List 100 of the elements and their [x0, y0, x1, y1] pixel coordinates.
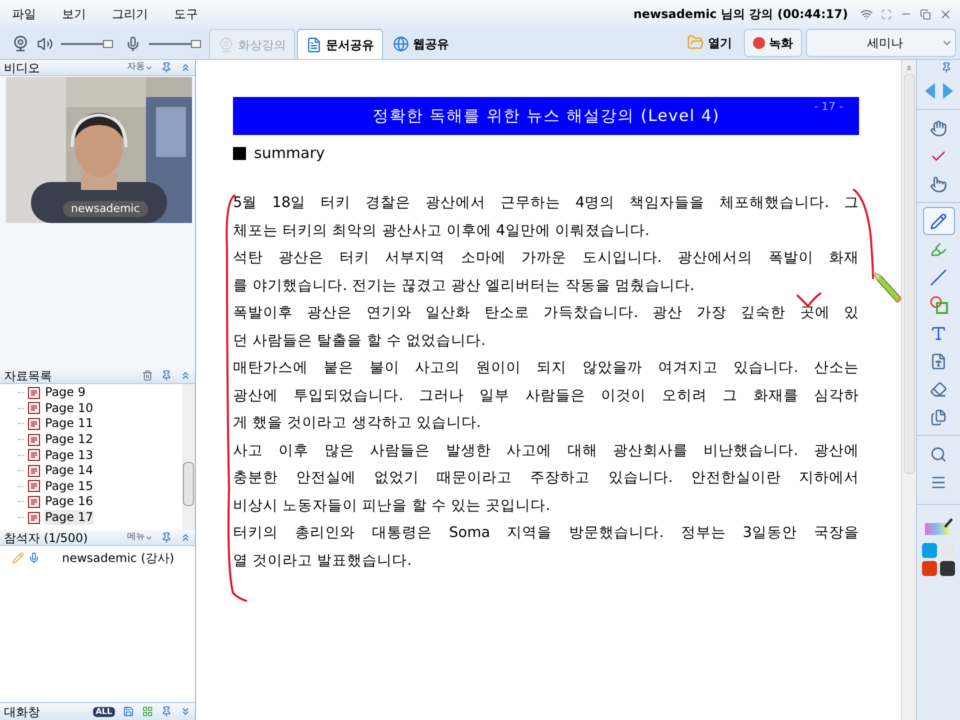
slider-thumb[interactable]	[103, 40, 113, 48]
section-label: summary	[254, 142, 325, 164]
page-item[interactable]: Page 14	[44, 463, 94, 478]
tab[interactable]: 웹공유	[385, 29, 457, 59]
text-line: 광산에 투입되었습니다. 그러나 일부 사람들은 이것이 오히려 그 화재를 심각하	[233, 386, 859, 406]
panel-title: 비디오	[4, 62, 40, 74]
microphone-icon	[28, 552, 40, 564]
text-line: 충분한 안전실에 없었기 때문이라고 주장하고 있습니다. 안전한실이란 지하에서	[233, 469, 859, 488]
page-item[interactable]: Page 11	[44, 416, 94, 432]
record-button[interactable]: 녹화	[744, 28, 802, 56]
fullscreen-icon[interactable]	[881, 8, 892, 20]
page-item[interactable]: Page 12	[44, 432, 94, 448]
pencil-icon	[930, 212, 947, 230]
text-line: 터키의 총리인와 대통령은 Soma 지역을 방문했습니다. 정부는 3일동안 국장을	[233, 524, 859, 543]
save-icon[interactable]	[123, 706, 134, 717]
color-swatch[interactable]	[922, 561, 937, 576]
page-item[interactable]: Page 10	[44, 400, 94, 416]
menu-item[interactable]: 도구	[174, 5, 198, 23]
text-line: 매탄가스에 붙은 불이 사고의 원이이 되지 않았을까 여겨지고 있습니다. 산소는	[233, 359, 859, 378]
globe-icon	[393, 36, 409, 52]
page-item[interactable]: Page 9	[44, 385, 86, 400]
text-icon	[930, 324, 947, 342]
text-line: 사고 이후 많은 사람들은 발생한 사고에 대해 광산회사를 비난했습니다. 광산에	[233, 442, 859, 460]
tool-button[interactable]	[922, 207, 954, 235]
color-swatch[interactable]	[922, 543, 937, 558]
page-item[interactable]: Page 15	[44, 478, 94, 494]
document-icon	[28, 512, 40, 524]
text-line: 석탄 광산은 터키 서부지역 소마에 가까운 도시입니다. 광산에서의 폭발이 화재	[233, 249, 859, 268]
page-item[interactable]: Page 17	[44, 510, 94, 526]
document-icon	[28, 402, 40, 414]
collapse-icon[interactable]	[180, 62, 191, 73]
folder-icon	[687, 34, 704, 51]
document-icon	[28, 464, 40, 477]
text-line: 5월 18일 터키 경찰은 광산에서 근무하는 4명의 책임자들을 체포해했습니다. 그	[233, 194, 859, 213]
close-icon[interactable]	[939, 8, 952, 20]
participant-name[interactable]: newsademic (강사)	[62, 549, 174, 567]
microphone-icon[interactable]	[125, 36, 141, 52]
document-icon	[28, 496, 40, 508]
panel-title: 자료목록	[4, 370, 52, 382]
tab[interactable]: 문서공유	[297, 29, 383, 59]
text-box-icon	[930, 352, 947, 370]
text-line: 열 것이라고 발표했습니다.	[233, 552, 413, 570]
expand-icon[interactable]	[180, 706, 191, 717]
pin-icon[interactable]	[161, 532, 172, 543]
color-picker-icon[interactable]	[924, 517, 952, 535]
text-line: 게 했을 것이라고 생각하고 있습니다.	[233, 414, 482, 433]
document-icon	[28, 480, 40, 492]
pin-icon[interactable]	[161, 370, 172, 381]
restore-icon[interactable]	[920, 8, 931, 20]
copy-icon	[930, 408, 947, 426]
name-tag: newsademic	[63, 201, 148, 217]
eraser-icon	[930, 380, 947, 398]
text-line: 체포는 터키의 최악의 광산사고 이후에 4일만에 이뤄졌습니다.	[233, 222, 650, 240]
pencil-icon	[12, 552, 24, 564]
grid-icon[interactable]	[142, 706, 153, 717]
pin-icon[interactable]	[941, 62, 952, 73]
open-button[interactable]: 열기	[679, 30, 740, 56]
shapes-icon	[930, 296, 948, 314]
menu-item[interactable]: 파일	[12, 5, 36, 23]
square-bullet-icon	[233, 146, 246, 160]
text-line: 를 야기했습니다. 전기는 끊겼고 광산 엘리버터는 작동을 멈췄습니다.	[233, 276, 696, 296]
panel-title: 참석자 (1/500)	[4, 532, 88, 544]
hand-icon	[930, 120, 947, 136]
webcam-icon[interactable]	[12, 35, 29, 52]
document-icon	[28, 386, 40, 399]
webcam-icon	[218, 36, 234, 52]
scrollbar[interactable]	[901, 60, 916, 720]
text-line: 던 사람들은 탈출을 할 수 없었습니다.	[233, 332, 487, 350]
pin-icon[interactable]	[161, 706, 172, 717]
scrollbar[interactable]	[182, 384, 195, 530]
menu-dropdown[interactable]: 메뉴	[127, 530, 153, 544]
collapse-icon[interactable]	[180, 532, 191, 543]
trash-icon[interactable]	[142, 370, 153, 381]
highlighter-icon	[930, 240, 947, 258]
search-icon	[930, 446, 947, 462]
collapse-icon[interactable]	[180, 370, 191, 381]
slider-thumb[interactable]	[191, 40, 201, 48]
line-icon	[930, 268, 947, 286]
pin-icon[interactable]	[161, 62, 172, 73]
color-swatch[interactable]	[940, 561, 955, 576]
text-line: 폭발이후 광산은 연기와 일산화 탄소로 가득찼습니다. 광산 가장 깊숙한 곳에 있	[233, 304, 859, 323]
text-line: 비상시 노동자들이 피난을 할 수 있는 곳입니다.	[233, 496, 552, 516]
pointer-icon	[930, 176, 947, 192]
auto-dropdown[interactable]: 자동	[127, 60, 153, 74]
page-item[interactable]: Page 16	[44, 494, 94, 510]
menu-item[interactable]: 그리기	[112, 5, 148, 23]
mode-dropdown[interactable]: 세미나	[806, 28, 956, 56]
document-icon	[28, 449, 40, 462]
window-title: newsademic 님의 강의 (00:44:17)	[633, 6, 848, 23]
panel-title: 대화창	[4, 704, 40, 720]
document-icon	[306, 36, 322, 52]
wifi-icon	[860, 8, 873, 20]
menu-item[interactable]: 보기	[62, 5, 86, 23]
page-number: - 17 -	[814, 99, 843, 115]
scroll-up-icon[interactable]	[905, 64, 913, 72]
page-item[interactable]: Page 13	[44, 448, 94, 463]
all-filter[interactable]: ALL	[92, 706, 115, 716]
document-icon	[28, 434, 40, 446]
arrows-icon	[924, 82, 954, 100]
speaker-icon[interactable]	[37, 36, 53, 52]
